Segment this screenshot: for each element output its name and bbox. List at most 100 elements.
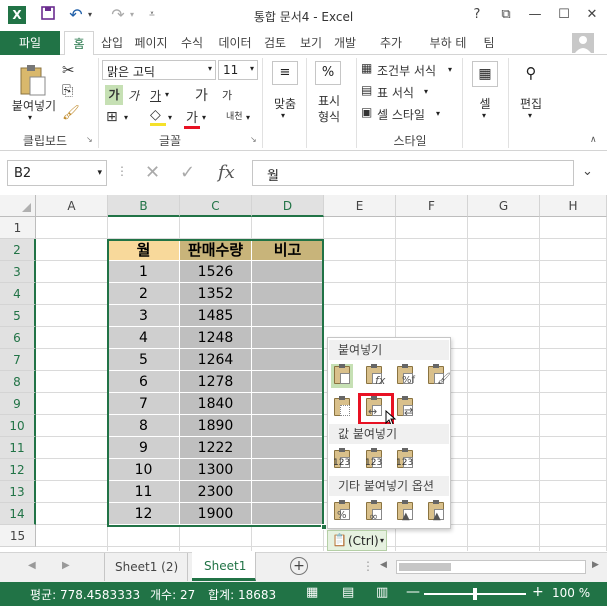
name-box[interactable]: B2 ▾: [7, 160, 107, 186]
horizontal-scrollbar[interactable]: [396, 560, 586, 574]
clipboard-launcher-icon[interactable]: ↘: [86, 135, 93, 144]
formula-input[interactable]: 월: [252, 160, 574, 186]
alignment-button[interactable]: 맞춤: [270, 95, 300, 112]
minimize-button[interactable]: —: [521, 4, 549, 26]
tab-review[interactable]: 검토: [260, 31, 290, 55]
row-header[interactable]: 4: [0, 283, 36, 305]
column-header-g[interactable]: G: [468, 195, 540, 217]
tab-developer[interactable]: 개발: [330, 31, 360, 55]
horizontal-scrollbar-thumb[interactable]: [399, 563, 451, 571]
format-as-table-dropdown-icon[interactable]: ▾: [424, 87, 428, 96]
row-header[interactable]: 2: [0, 239, 36, 261]
paste-linked-picture-icon[interactable]: ▲: [425, 500, 447, 524]
tab-insert[interactable]: 삽입: [96, 31, 128, 55]
scroll-sheets-left-icon[interactable]: ◀: [28, 560, 36, 571]
zoom-out-icon[interactable]: —: [406, 584, 420, 600]
tab-data[interactable]: 데이터: [214, 31, 256, 55]
new-sheet-icon[interactable]: +: [290, 557, 308, 575]
zoom-in-icon[interactable]: +: [532, 584, 544, 600]
tab-team[interactable]: 팀: [478, 31, 500, 55]
row-header[interactable]: 12: [0, 459, 36, 481]
paste-formulas-icon[interactable]: fx: [363, 364, 385, 388]
bold-button[interactable]: 가: [105, 85, 123, 105]
font-color-button[interactable]: 가: [184, 107, 200, 129]
row-header[interactable]: 1: [0, 217, 36, 239]
insert-function-button[interactable]: fx: [218, 162, 235, 183]
cell-styles-dropdown-icon[interactable]: ▾: [436, 109, 440, 118]
font-name-select[interactable]: 맑은 고딕 ▾: [102, 60, 216, 80]
cell-styles-button[interactable]: 셀 스타일: [377, 106, 425, 123]
copy-icon[interactable]: ⎘: [62, 83, 73, 99]
cells-icon[interactable]: ▦: [472, 61, 498, 87]
phonetic-dropdown-icon[interactable]: ▾: [246, 113, 250, 122]
paste-formatting-icon[interactable]: %: [331, 500, 353, 524]
font-size-select[interactable]: 11 ▾: [218, 60, 258, 80]
tab-view[interactable]: 보기: [296, 31, 326, 55]
paste-formulas-number-format-icon[interactable]: %f: [394, 364, 416, 388]
conditional-format-icon[interactable]: ▦: [361, 61, 372, 75]
column-header-f[interactable]: F: [396, 195, 468, 217]
fill-color-dropdown-icon[interactable]: ▾: [168, 113, 172, 122]
hscroll-right-icon[interactable]: ▶: [592, 560, 599, 570]
row-header[interactable]: 3: [0, 261, 36, 283]
hscroll-left-icon[interactable]: ◀: [380, 560, 387, 570]
row-header[interactable]: 13: [0, 481, 36, 503]
format-as-table-icon[interactable]: ▤: [361, 83, 372, 97]
zoom-level[interactable]: 100 %: [552, 586, 590, 600]
column-header-c[interactable]: C: [180, 195, 252, 217]
italic-button[interactable]: 가: [128, 87, 139, 104]
enter-entry-icon[interactable]: ✓: [180, 162, 195, 183]
page-break-view-icon[interactable]: ▥: [376, 585, 388, 600]
paste-values-source-format-icon[interactable]: 123: [394, 448, 416, 472]
tab-split-grip-icon[interactable]: ⋮: [362, 559, 374, 573]
normal-view-icon[interactable]: ▦: [306, 585, 318, 600]
row-header[interactable]: 11: [0, 437, 36, 459]
grow-font-button[interactable]: 가: [195, 85, 208, 105]
cell-styles-icon[interactable]: ▣: [361, 105, 372, 119]
paste-values-number-format-icon[interactable]: 123: [363, 448, 385, 472]
column-header-h[interactable]: H: [540, 195, 607, 217]
paste-no-borders-icon[interactable]: [331, 396, 353, 420]
row-header[interactable]: 10: [0, 415, 36, 437]
row-header[interactable]: 8: [0, 371, 36, 393]
paste-button[interactable]: 붙여넣기: [8, 97, 60, 114]
cancel-entry-icon[interactable]: ✕: [145, 162, 160, 183]
paste-dropdown-icon[interactable]: ▾: [28, 113, 32, 122]
row-header[interactable]: 9: [0, 393, 36, 415]
help-button[interactable]: ?: [463, 4, 491, 26]
format-as-table-button[interactable]: 표 서식: [377, 84, 414, 101]
cut-icon[interactable]: ✂: [62, 61, 75, 79]
cells-dropdown-icon[interactable]: ▾: [482, 111, 486, 120]
number-format-button[interactable]: 표시 형식: [306, 93, 352, 125]
tab-home[interactable]: 홈: [64, 31, 94, 56]
find-binoculars-icon[interactable]: ⚲: [518, 61, 544, 87]
format-painter-icon[interactable]: 🖌: [62, 105, 80, 121]
ribbon-display-button[interactable]: ⧉: [492, 4, 520, 26]
tab-load-test[interactable]: 부하 테: [424, 31, 472, 55]
row-header[interactable]: 6: [0, 327, 36, 349]
paste-options-button[interactable]: 📋 (Ctrl) ▾: [327, 530, 387, 551]
paste-transpose-icon[interactable]: ⇄: [394, 396, 416, 420]
column-header-e[interactable]: E: [324, 195, 396, 217]
column-header-d[interactable]: D: [252, 195, 324, 217]
column-header-b[interactable]: B: [108, 195, 180, 217]
collapse-ribbon-icon[interactable]: ∧: [590, 135, 597, 145]
account-avatar-icon[interactable]: [572, 33, 594, 53]
row-header[interactable]: 5: [0, 305, 36, 327]
borders-icon[interactable]: ⊞: [106, 109, 118, 125]
paste-icon[interactable]: [18, 63, 48, 97]
paste-values-icon[interactable]: 123: [331, 448, 353, 472]
tab-addins[interactable]: 추가: [374, 31, 408, 55]
tab-page-layout[interactable]: 페이지: [130, 31, 172, 55]
underline-button[interactable]: 가: [150, 87, 161, 104]
editing-button[interactable]: 편집: [514, 95, 548, 112]
shrink-font-button[interactable]: 가: [222, 87, 232, 103]
row-header[interactable]: 7: [0, 349, 36, 371]
tab-file[interactable]: 파일: [0, 31, 60, 55]
maximize-button[interactable]: ☐: [550, 4, 578, 26]
zoom-slider[interactable]: [424, 588, 526, 600]
tab-formulas[interactable]: 수식: [176, 31, 208, 55]
alignment-icon[interactable]: ≡: [272, 61, 298, 85]
close-button[interactable]: ✕: [578, 4, 606, 26]
fill-color-icon[interactable]: ◇: [150, 107, 166, 126]
